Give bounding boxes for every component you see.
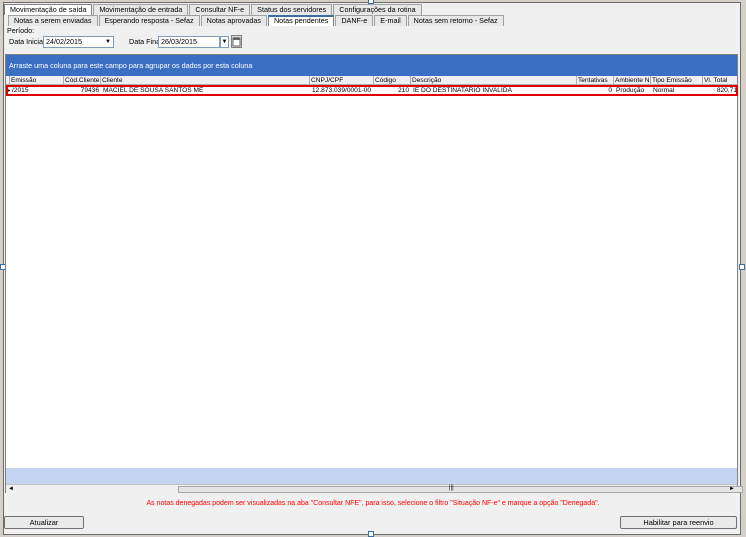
resize-handle-bottom[interactable]	[368, 531, 374, 537]
tab-danfe[interactable]: DANF-e	[335, 15, 374, 26]
cell-vl-total: 820,71	[716, 87, 737, 94]
scroll-left-icon[interactable]: ◄	[8, 485, 14, 493]
cell-descricao: IE DO DESTINATARIO INVALIDA	[413, 87, 512, 94]
col-codigo[interactable]: Código	[374, 76, 411, 84]
sub-tab-bar: Notas a serem enviadas Esperando respost…	[8, 15, 505, 26]
cell-codigo: 210	[397, 87, 409, 94]
end-date-dropdown-icon[interactable]: ▼	[220, 36, 229, 48]
horizontal-scrollbar[interactable]: ◄ ||| ►	[6, 484, 743, 493]
tab-status-servidores[interactable]: Status dos servidores	[251, 4, 333, 15]
cell-cliente: MACIEL DE SOUSA SANTOS ME	[103, 87, 204, 94]
start-date-label: Data Inicial	[9, 37, 45, 46]
start-date-value: 24/02/2015	[46, 37, 82, 46]
tab-consultar-nfe[interactable]: Consultar NF-e	[189, 4, 251, 15]
col-tipo-emissao[interactable]: Tipo Emissão	[651, 76, 703, 84]
scroll-right-icon[interactable]: ►	[729, 485, 735, 493]
col-cnpj-cpf[interactable]: CNPJ/CPF	[310, 76, 374, 84]
col-emissao[interactable]: Emissão	[10, 76, 64, 84]
end-date-field[interactable]: 26/03/2015	[158, 36, 220, 48]
col-cod-cliente[interactable]: Cód.Cliente	[64, 76, 101, 84]
grid-header: Emissão Cód.Cliente Cliente CNPJ/CPF Cód…	[6, 76, 737, 85]
col-cliente[interactable]: Cliente	[101, 76, 310, 84]
cell-tipo-emissao: Normal	[653, 87, 675, 94]
tab-notas-sem-retorno[interactable]: Notas sem retorno - Sefaz	[407, 15, 504, 26]
tab-notas-pendentes[interactable]: Notas pendentes	[267, 15, 335, 26]
main-tab-bar: Movimentação de saída Movimentação de en…	[4, 4, 423, 15]
resize-handle-right[interactable]	[739, 264, 745, 270]
period-label: Período:	[7, 26, 35, 35]
tab-configuracoes-rotina[interactable]: Configurações da rotina	[333, 4, 422, 15]
tab-notas-serem-enviadas[interactable]: Notas a serem enviadas	[8, 15, 98, 26]
start-date-field[interactable]: 24/02/2015 ▼	[43, 36, 114, 48]
group-by-panel[interactable]: Arraste uma coluna para este campo para …	[6, 55, 737, 76]
denied-notes-hint: As notas denegadas podem ser visualizada…	[146, 500, 600, 507]
tab-notas-aprovadas[interactable]: Notas aprovadas	[200, 15, 267, 26]
col-descricao[interactable]: Descrição	[411, 76, 577, 84]
cell-ambiente-nf: Produção	[616, 87, 645, 94]
tab-email[interactable]: E-mail	[374, 15, 407, 26]
tab-movimentacao-entrada[interactable]: Movimentação de entrada	[93, 4, 189, 15]
calendar-glyph	[232, 37, 241, 47]
col-ambiente-nf[interactable]: Ambiente NF	[614, 76, 651, 84]
end-date-label: Data Final	[129, 37, 162, 46]
notes-grid: Arraste uma coluna para este campo para …	[5, 54, 743, 493]
grip-icon: |||	[449, 485, 454, 491]
enable-resend-button[interactable]: Habilitar para reenvio	[620, 516, 737, 529]
table-row[interactable]: ▶ /2015 79436 MACIEL DE SOUSA SANTOS ME …	[6, 86, 737, 96]
refresh-button[interactable]: Atualizar	[4, 516, 84, 529]
col-vl-total[interactable]: Vl. Total	[703, 76, 741, 84]
chevron-down-icon[interactable]: ▼	[105, 37, 111, 47]
grid-footer-band	[6, 468, 737, 484]
col-tentativas[interactable]: Tentativas	[577, 76, 614, 84]
calendar-icon[interactable]	[231, 35, 242, 48]
tab-movimentacao-saida[interactable]: Movimentação de saída	[4, 4, 93, 15]
cell-cnpj-cpf: 12.873.039/0001-00	[312, 87, 372, 94]
tab-esperando-resposta[interactable]: Esperando resposta - Sefaz	[98, 15, 200, 26]
cell-cod-cliente: 79436	[80, 87, 99, 94]
cell-emissao: /2015	[12, 87, 29, 94]
scrollbar-thumb[interactable]: |||	[178, 485, 743, 493]
end-date-value: 26/03/2015	[161, 37, 197, 46]
cell-tentativas: 0	[608, 87, 612, 94]
